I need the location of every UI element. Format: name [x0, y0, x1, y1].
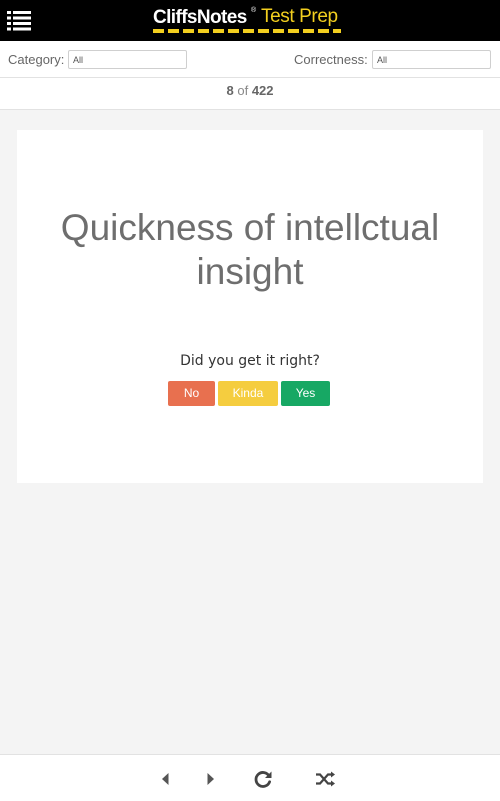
counter-current: 8 [226, 83, 234, 98]
card-counter: 8 of 422 [0, 78, 500, 110]
counter-total: 422 [251, 83, 274, 98]
category-select[interactable]: All [68, 50, 187, 69]
shuffle-icon [316, 771, 335, 787]
correctness-select[interactable]: All [372, 50, 491, 69]
filter-bar: Category: All Correctness: All [0, 41, 500, 78]
previous-icon [162, 773, 169, 785]
answer-yes-button[interactable]: Yes [281, 381, 330, 406]
next-icon [207, 773, 214, 785]
next-card-button[interactable] [199, 768, 221, 790]
correctness-label: Correctness: [294, 52, 368, 67]
logo-product-text: Test Prep [261, 6, 338, 27]
self-assessment-question: Did you get it right? [180, 353, 320, 369]
previous-card-button[interactable] [155, 768, 177, 790]
logo-brand-text: CliffsNotes [153, 7, 247, 28]
restart-icon [254, 771, 272, 788]
shuffle-button[interactable] [314, 768, 336, 790]
menu-list-icon [7, 11, 31, 31]
answer-no-button[interactable]: No [168, 381, 215, 406]
restart-button[interactable] [252, 768, 274, 790]
counter-separator: of [237, 83, 249, 98]
bottom-toolbar [0, 754, 500, 801]
menu-button[interactable] [6, 9, 32, 31]
flashcard[interactable]: Quickness of intellctual insight Did you… [17, 130, 483, 483]
category-label: Category: [8, 52, 65, 67]
logo-hazard-stripe [153, 29, 341, 33]
flashcard-term: Quickness of intellctual insight [60, 207, 440, 292]
answer-kinda-button[interactable]: Kinda [218, 381, 278, 406]
logo-registered-mark: ® [251, 7, 257, 14]
app-header: CliffsNotes ® Test Prep [0, 0, 500, 41]
